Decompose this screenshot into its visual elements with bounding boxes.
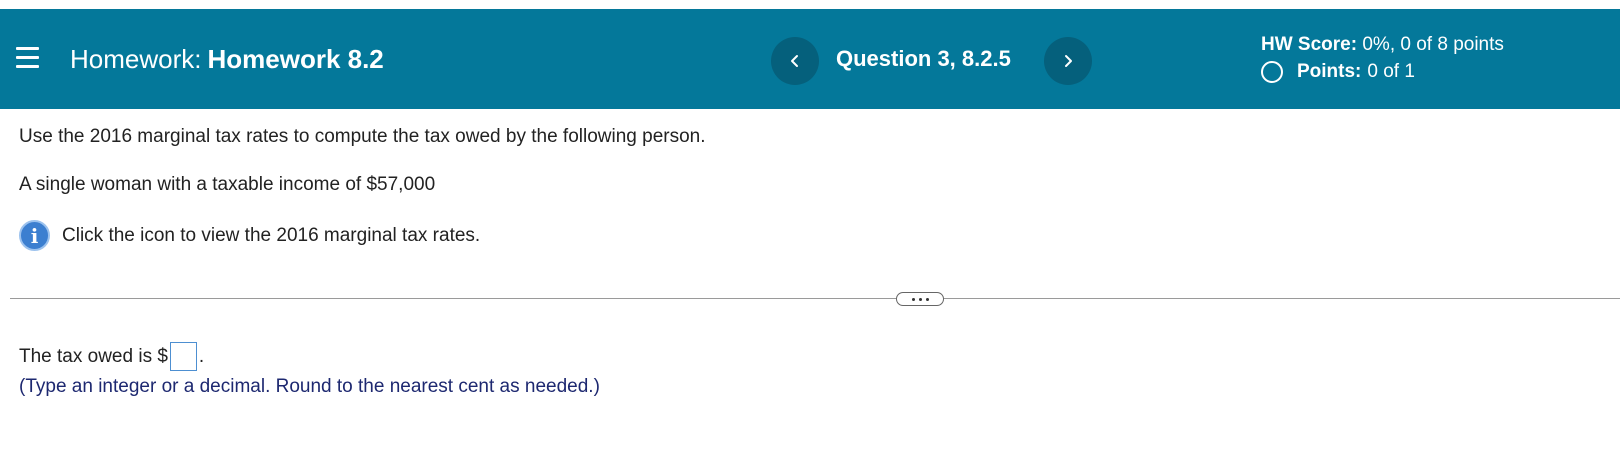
info-text: Click the icon to view the 2016 marginal… bbox=[62, 224, 481, 246]
hw-score-value: 0%, 0 of 8 points bbox=[1362, 34, 1504, 55]
answer-prefix: The tax owed is $ bbox=[19, 345, 168, 367]
header-bar: Homework: Homework 8.2 Question 3, 8.2.5 … bbox=[0, 9, 1620, 109]
info-row: i Click the icon to view the 2016 margin… bbox=[19, 220, 480, 251]
question-label: Question 3, 8.2.5 bbox=[836, 46, 1011, 71]
top-strip bbox=[0, 0, 1620, 9]
chevron-left-icon bbox=[791, 55, 798, 67]
homework-title: Homework: Homework 8.2 bbox=[70, 44, 384, 75]
divider-expand-handle[interactable] bbox=[896, 292, 944, 306]
chevron-right-icon bbox=[1065, 55, 1072, 67]
points-value: 0 of 1 bbox=[1367, 61, 1415, 82]
points-status: Points: 0 of 1 bbox=[1261, 61, 1415, 83]
homework-name: Homework 8.2 bbox=[207, 44, 384, 74]
panel-divider bbox=[10, 298, 1620, 299]
question-instruction: Use the 2016 marginal tax rates to compu… bbox=[19, 126, 706, 147]
hw-score: HW Score: 0%, 0 of 8 points bbox=[1261, 34, 1504, 56]
answer-row: The tax owed is $ . bbox=[19, 342, 204, 371]
hw-score-label: HW Score: bbox=[1261, 34, 1358, 55]
next-question-button[interactable] bbox=[1044, 37, 1092, 85]
previous-question-button[interactable] bbox=[771, 37, 819, 85]
answer-hint: (Type an integer or a decimal. Round to … bbox=[19, 376, 600, 397]
tax-owed-input[interactable] bbox=[169, 342, 197, 371]
points-label: Points: bbox=[1297, 61, 1362, 82]
question-scenario: A single woman with a taxable income of … bbox=[19, 174, 436, 195]
answer-suffix: . bbox=[198, 345, 205, 367]
info-icon[interactable]: i bbox=[19, 220, 50, 251]
homework-prefix: Homework: bbox=[70, 44, 202, 74]
status-circle-icon bbox=[1261, 61, 1283, 83]
hamburger-menu-icon[interactable] bbox=[16, 47, 40, 69]
